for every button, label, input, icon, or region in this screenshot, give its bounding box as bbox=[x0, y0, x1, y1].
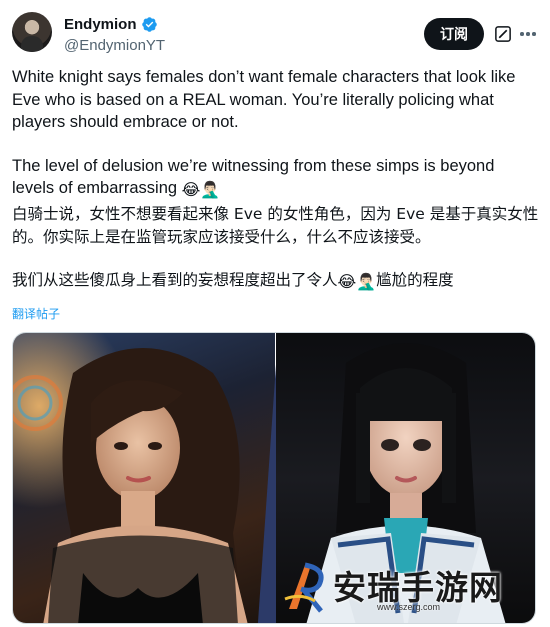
author-handle[interactable]: @EndymionYT bbox=[64, 37, 165, 54]
site-watermark: 安瑞手游网 www.szerg.com bbox=[281, 557, 521, 619]
subscribe-button[interactable]: 订阅 bbox=[424, 18, 484, 50]
tweet-paragraph-en-2: The level of delusion we’re witnessing f… bbox=[12, 155, 540, 203]
tweet-text: White knight says females don’t want fem… bbox=[12, 66, 540, 293]
verified-badge-icon bbox=[141, 16, 157, 32]
grok-icon[interactable] bbox=[494, 25, 512, 43]
media-photo-left[interactable] bbox=[13, 333, 275, 623]
tweet-paragraph-zh-2: 我们从这些傻瓜身上看到的妄想程度超出了令人😂🤦🏻‍♂️尴尬的程度 bbox=[12, 269, 540, 293]
tweet-paragraph-en-2-text: The level of delusion we’re witnessing f… bbox=[12, 156, 495, 198]
author-display-name-row[interactable]: Endymion bbox=[64, 14, 165, 34]
tweet-paragraph-zh-2-before: 我们从这些傻瓜身上看到的妄想程度超出了令人 bbox=[12, 270, 338, 289]
more-options-icon[interactable] bbox=[518, 24, 538, 44]
tweet-paragraph-zh-2-after: 尴尬的程度 bbox=[376, 270, 454, 289]
tweet-header: Endymion @EndymionYT 订阅 bbox=[12, 12, 538, 56]
tweet-media[interactable]: 安瑞手游网 www.szerg.com bbox=[12, 332, 536, 624]
avatar[interactable] bbox=[12, 12, 52, 52]
woman-photo-illustration bbox=[13, 333, 275, 623]
site-logo-icon bbox=[284, 562, 324, 613]
author-info: Endymion @EndymionYT bbox=[64, 14, 165, 55]
tweet-paragraph-en-1: White knight says females don’t want fem… bbox=[12, 68, 516, 131]
translate-post-link[interactable]: 翻译帖子 bbox=[12, 305, 60, 322]
laughing-facepalm-emoji-icon: 😂🤦🏻‍♂️ bbox=[181, 182, 221, 199]
author-display-name[interactable]: Endymion bbox=[64, 16, 137, 33]
laughing-facepalm-emoji-icon-zh: 😂🤦🏻‍♂️ bbox=[337, 271, 377, 291]
watermark-url: www.szerg.com bbox=[377, 602, 441, 612]
tweet-paragraph-zh-1: 白骑士说，女性不想要看起来像 Eve 的女性角色，因为 Eve 是基于真实女性的… bbox=[12, 204, 539, 246]
